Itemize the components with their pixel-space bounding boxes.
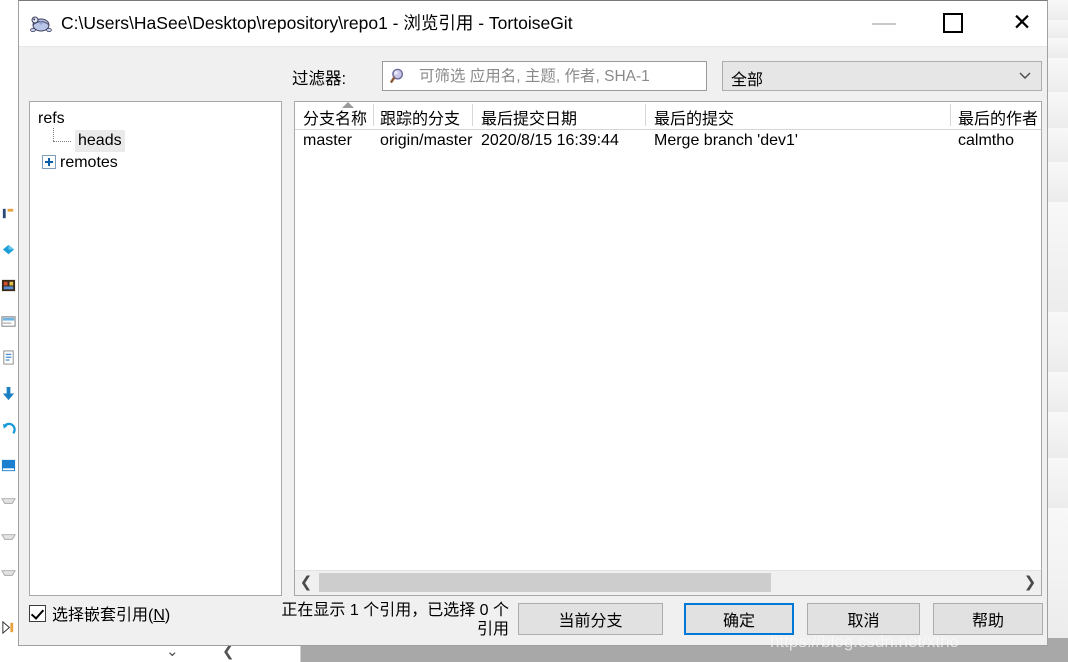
cell-author: calmtho bbox=[958, 132, 1015, 149]
minimize-icon bbox=[872, 23, 896, 25]
scroll-left-arrow-icon[interactable]: ❮ bbox=[295, 571, 317, 594]
background-icon-12 bbox=[2, 620, 14, 635]
background-right-pane bbox=[1045, 0, 1068, 662]
column-header-commit[interactable]: 最后的提交 bbox=[654, 105, 734, 129]
window-title: C:\Users\HaSee\Desktop\repository\repo1 … bbox=[61, 13, 573, 33]
cell-branch: master bbox=[303, 132, 352, 149]
background-icon-7 bbox=[2, 422, 16, 434]
filter-label: 过滤器: bbox=[292, 70, 347, 88]
refs-tree-panel[interactable]: refs heads remotes bbox=[29, 101, 282, 596]
checkbox-label-main: 选择嵌套引用( bbox=[52, 607, 154, 624]
tortoisegit-turtle-icon bbox=[30, 16, 52, 32]
background-icon-5 bbox=[3, 350, 14, 365]
column-header-author[interactable]: 最后的作者 bbox=[958, 105, 1038, 129]
minimize-button[interactable] bbox=[861, 1, 907, 46]
cancel-button[interactable]: 取消 bbox=[807, 603, 920, 635]
magnifier-icon bbox=[390, 68, 404, 83]
background-icon-6 bbox=[2, 386, 15, 401]
column-header-branch[interactable]: 分支名称 bbox=[303, 105, 367, 129]
tree-node-refs[interactable]: refs bbox=[38, 108, 65, 130]
plus-box-icon[interactable] bbox=[42, 155, 56, 169]
tree-node-remotes[interactable]: remotes bbox=[60, 152, 118, 174]
nested-refs-checkbox[interactable]: 选择嵌套引用(N) bbox=[29, 601, 170, 625]
column-divider[interactable] bbox=[950, 104, 951, 126]
cell-tracked: origin/master bbox=[380, 132, 473, 149]
cell-commit: Merge branch 'dev1' bbox=[654, 132, 798, 149]
help-button[interactable]: 帮助 bbox=[933, 603, 1043, 635]
chevron-down-icon bbox=[1019, 72, 1031, 79]
background-icon-1 bbox=[2, 208, 14, 219]
close-icon: ✕ bbox=[1012, 10, 1032, 36]
refs-list-panel[interactable]: 分支名称 跟踪的分支 最后提交日期 最后的提交 最后的作者 master ori… bbox=[294, 101, 1042, 596]
column-header-date[interactable]: 最后提交日期 bbox=[481, 105, 577, 129]
background-icon-11 bbox=[1, 570, 16, 576]
status-line-1: 正在显示 1 个引用，已选择 0 个 bbox=[281, 602, 509, 619]
status-line-2: 引用 bbox=[476, 621, 509, 638]
scrollbar-thumb[interactable] bbox=[319, 573, 771, 592]
table-row[interactable]: master origin/master 2020/8/15 16:39:44 … bbox=[295, 132, 1041, 156]
tree-connector-branch bbox=[53, 141, 71, 143]
filter-type-value: 全部 bbox=[731, 72, 764, 89]
nested-refs-checkbox-label: 选择嵌套引用(N) bbox=[52, 601, 170, 625]
search-input[interactable] bbox=[417, 62, 706, 92]
scroll-right-arrow-icon[interactable]: ❯ bbox=[1019, 571, 1041, 594]
maximize-icon bbox=[943, 13, 963, 33]
background-icon-4 bbox=[1, 316, 16, 327]
list-header-row: 分支名称 跟踪的分支 最后提交日期 最后的提交 最后的作者 bbox=[295, 102, 1041, 130]
column-divider[interactable] bbox=[373, 104, 374, 126]
status-text: 正在显示 1 个引用，已选择 0 个 引用 bbox=[269, 601, 509, 639]
column-header-tracked[interactable]: 跟踪的分支 bbox=[380, 105, 460, 129]
checkbox-box[interactable] bbox=[29, 604, 46, 622]
background-icon-9 bbox=[1, 498, 16, 504]
search-field-wrapper[interactable] bbox=[382, 61, 707, 92]
checkbox-label-end: ) bbox=[164, 607, 171, 624]
filter-type-dropdown[interactable]: 全部 bbox=[722, 61, 1042, 91]
checkbox-mnemonic: N bbox=[153, 607, 165, 624]
maximize-button[interactable] bbox=[930, 1, 976, 46]
current-branch-button[interactable]: 当前分支 bbox=[518, 603, 663, 635]
cell-date: 2020/8/15 16:39:44 bbox=[481, 132, 619, 149]
column-divider[interactable] bbox=[645, 104, 646, 126]
column-divider[interactable] bbox=[472, 104, 473, 126]
background-left-toolbar bbox=[0, 0, 19, 662]
background-icon-10 bbox=[1, 534, 16, 540]
horizontal-scrollbar[interactable]: ❮ ❯ bbox=[295, 570, 1041, 595]
ok-button[interactable]: 确定 bbox=[684, 603, 794, 635]
close-button[interactable]: ✕ bbox=[999, 1, 1045, 46]
background-icon-2 bbox=[2, 244, 15, 255]
background-icon-3 bbox=[1, 279, 16, 292]
tree-node-heads[interactable]: heads bbox=[75, 130, 125, 152]
title-bar: C:\Users\HaSee\Desktop\repository\repo1 … bbox=[19, 1, 1047, 47]
background-icon-8 bbox=[1, 459, 16, 472]
browse-refs-dialog: C:\Users\HaSee\Desktop\repository\repo1 … bbox=[18, 0, 1048, 646]
